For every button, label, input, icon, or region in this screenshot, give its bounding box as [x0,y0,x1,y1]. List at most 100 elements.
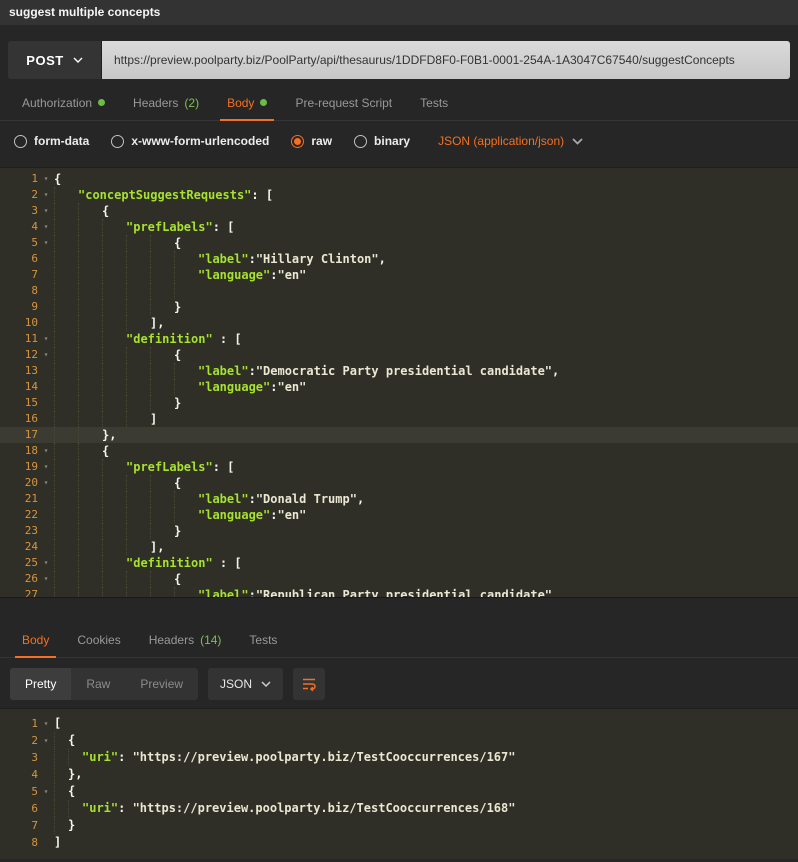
tab-count: (2) [184,96,199,110]
indent-guide [54,379,78,395]
code-content: { [54,347,181,363]
fold-toggle-icon[interactable]: ▾ [38,203,54,219]
request-tab-pre-request-script[interactable]: Pre-request Script [281,85,406,120]
radio-icon [14,135,27,148]
line-number: 4 [0,219,38,235]
tab-label: Body [227,96,254,110]
indent-guide [78,571,102,587]
request-tab-tests[interactable]: Tests [406,85,462,120]
indent-guide [126,539,150,555]
indent-guide [78,379,102,395]
indent-guide [126,587,150,598]
wrap-lines-button[interactable] [293,668,325,700]
line-number: 7 [0,267,38,283]
response-tab-headers[interactable]: Headers(14) [135,622,236,657]
indent-guide [102,331,126,347]
code-token: "Republican Party presidential candidate… [256,587,552,598]
request-body-editor[interactable]: 1▾{2▾"conceptSuggestRequests": [3▾{4▾"pr… [0,167,798,598]
indent-guide [126,379,150,395]
code-line: 9} [0,299,798,315]
indent-guide [54,491,78,507]
indent-guide [78,203,102,219]
indent-guide [150,267,174,283]
fold-toggle-icon[interactable]: ▾ [38,459,54,475]
code-token: "uri" [82,749,118,766]
method-label: POST [26,53,63,68]
indent-guide [126,315,150,331]
request-tab-headers[interactable]: Headers(2) [119,85,213,120]
response-tab-cookies[interactable]: Cookies [63,622,134,657]
indent-guide [102,523,126,539]
code-line: 21"label":"Donald Trump", [0,491,798,507]
fold-toggle-icon[interactable]: ▾ [38,443,54,459]
line-number: 22 [0,507,38,523]
fold-spacer [38,379,54,395]
code-line: 6"uri": "https://preview.poolparty.biz/T… [0,800,798,817]
code-token: "en" [277,267,306,283]
code-token: "label" [198,363,249,379]
fold-toggle-icon[interactable]: ▾ [38,331,54,347]
code-line: 17}, [0,427,798,443]
code-line: 4▾"prefLabels": [ [0,219,798,235]
radio-icon [291,135,304,148]
body-mode-form-data[interactable]: form-data [14,134,89,148]
postman-window: suggest multiple concepts POST Authoriza… [0,0,798,862]
view-button-pretty[interactable]: Pretty [10,668,71,700]
indent-guide [78,475,102,491]
indent-guide [150,235,174,251]
tab-count: (14) [200,633,221,647]
body-mode-raw[interactable]: raw [291,134,332,148]
code-content: "language":"en" [54,379,306,395]
code-content: "prefLabels": [ [54,459,234,475]
fold-toggle-icon[interactable]: ▾ [38,715,54,732]
body-mode-x-www-form-urlencoded[interactable]: x-www-form-urlencoded [111,134,269,148]
code-line: 4}, [0,766,798,783]
code-token: "label" [198,251,249,267]
fold-toggle-icon[interactable]: ▾ [38,347,54,363]
code-token: "label" [198,587,249,598]
code-content: { [54,475,181,491]
view-button-raw[interactable]: Raw [71,668,125,700]
fold-toggle-icon[interactable]: ▾ [38,235,54,251]
fold-toggle-icon[interactable]: ▾ [38,732,54,749]
line-number: 5 [0,783,38,800]
fold-toggle-icon[interactable]: ▾ [38,783,54,800]
code-content: { [54,443,109,459]
fold-toggle-icon[interactable]: ▾ [38,187,54,203]
fold-toggle-icon[interactable]: ▾ [38,219,54,235]
code-line: 10], [0,315,798,331]
code-token: "conceptSuggestRequests" [78,187,251,203]
indent-guide [68,749,82,766]
indent-guide [102,315,126,331]
fold-toggle-icon[interactable]: ▾ [38,171,54,187]
code-token: : [249,587,256,598]
fold-toggle-icon[interactable]: ▾ [38,555,54,571]
request-tab-authorization[interactable]: Authorization [8,85,119,120]
response-body-editor[interactable]: 1▾[2▾{3"uri": "https://preview.poolparty… [0,708,798,859]
fold-toggle-icon[interactable]: ▾ [38,571,54,587]
view-button-preview[interactable]: Preview [125,668,198,700]
indent-guide [174,379,198,395]
code-token: : [118,800,132,817]
indent-guide [102,491,126,507]
code-token: "Donald Trump" [256,491,357,507]
code-token: : [249,363,256,379]
response-tab-body[interactable]: Body [8,622,63,657]
fold-toggle-icon[interactable]: ▾ [38,475,54,491]
code-token: }, [68,766,82,783]
code-line: 2▾"conceptSuggestRequests": [ [0,187,798,203]
code-token: } [174,299,181,315]
url-input[interactable] [102,41,790,79]
code-token: ], [150,539,164,555]
response-format-selector[interactable]: JSON [208,668,283,700]
response-tab-tests[interactable]: Tests [235,622,291,657]
code-token: "definition" [126,331,213,347]
request-tab-body[interactable]: Body [213,85,281,120]
indent-guide [54,203,78,219]
indent-guide [102,555,126,571]
indent-guide [150,475,174,491]
body-mode-binary[interactable]: binary [354,134,410,148]
method-selector[interactable]: POST [8,41,102,79]
content-type-selector[interactable]: JSON (application/json) [438,134,583,148]
fold-spacer [38,251,54,267]
